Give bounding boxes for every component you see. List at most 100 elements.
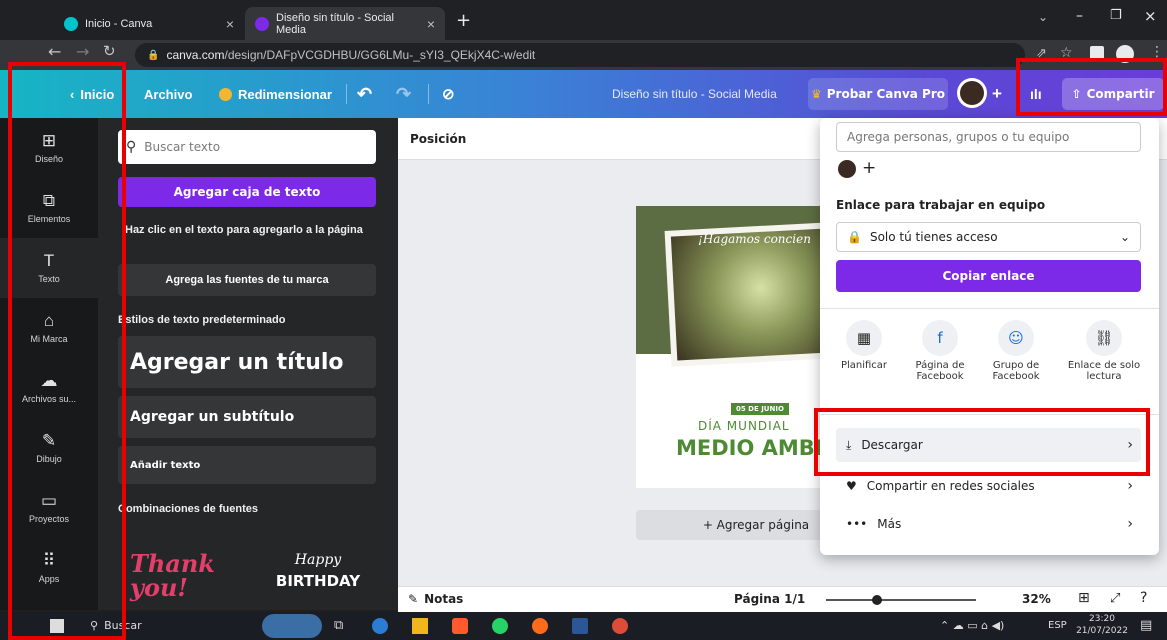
notes-button[interactable]: ✎ Notas <box>408 592 463 606</box>
divider <box>346 84 347 104</box>
notes-icon: ✎ <box>408 592 419 606</box>
edge-icon[interactable] <box>372 618 388 634</box>
zoom-level[interactable]: 32% <box>1022 592 1051 606</box>
font-combo-thank-you[interactable]: Thank you! <box>130 552 250 600</box>
poster-day: DÍA MUNDIAL <box>698 419 790 433</box>
try-pro-label: Probar Canva Pro <box>826 87 945 101</box>
reload-icon[interactable]: ↻ <box>103 42 116 60</box>
chevron-down-icon: ⌄ <box>1119 230 1130 244</box>
notes-label: Notas <box>424 592 464 606</box>
file-menu-button[interactable]: Archivo <box>144 70 192 118</box>
undo-icon[interactable]: ↶ <box>357 70 372 118</box>
try-pro-button[interactable]: ♛ Probar Canva Pro <box>808 78 948 110</box>
divider <box>428 84 429 104</box>
close-tab-icon[interactable]: × <box>226 16 234 32</box>
notifications-icon[interactable]: ▤ <box>1140 618 1152 633</box>
team-link-label: Enlace para trabajar en equipo <box>836 198 1046 212</box>
brand-fonts-button[interactable]: Agrega las fuentes de tu marca <box>118 264 376 296</box>
add-collaborator-icon[interactable]: + <box>992 70 1002 118</box>
clock[interactable]: 23:20 21/07/2022 <box>1074 613 1130 637</box>
fullscreen-icon[interactable]: ⤢ <box>1110 591 1120 606</box>
text-search-input[interactable]: ⚲ Buscar texto <box>118 130 376 164</box>
minimize-icon[interactable]: – <box>1076 8 1083 24</box>
word-icon[interactable] <box>572 618 588 634</box>
social-share-label: Compartir en redes sociales <box>866 479 1035 493</box>
share-option-facebook-page[interactable]: f Página de Facebook <box>907 320 973 382</box>
highlight-share-button <box>1016 58 1167 116</box>
share-option-label: Página de Facebook <box>915 360 965 382</box>
user-avatar[interactable] <box>957 78 987 108</box>
forward-icon[interactable]: → <box>76 42 89 61</box>
clock-date: 21/07/2022 <box>1076 626 1128 636</box>
combos-heading: Combinaciones de fuentes <box>118 503 258 515</box>
chevron-right-icon: › <box>1127 516 1133 532</box>
owner-avatar <box>838 160 856 178</box>
share-option-label: Planificar <box>840 360 888 371</box>
add-body-text-button[interactable]: Añadir texto <box>118 446 376 484</box>
add-title-button[interactable]: Agregar un título <box>118 336 376 388</box>
tab-title: Diseño sin título - Social Media <box>276 11 394 36</box>
add-people-input[interactable]: Agrega personas, grupos o tu equipo <box>836 122 1141 152</box>
brave-icon[interactable] <box>452 618 468 634</box>
file-explorer-icon[interactable] <box>412 618 428 634</box>
position-button[interactable]: Posición <box>410 132 466 146</box>
whatsapp-icon[interactable] <box>492 618 508 634</box>
poster-title: MEDIO AMBI <box>676 436 823 460</box>
restore-icon[interactable]: ❐ <box>1110 8 1122 23</box>
chrome-icon[interactable] <box>612 618 628 634</box>
canva-favicon-icon <box>255 16 269 31</box>
share-option-schedule[interactable]: ▦ Planificar <box>831 320 897 371</box>
resize-button[interactable]: Redimensionar <box>219 70 332 118</box>
document-title[interactable]: Diseño sin título - Social Media <box>612 70 777 118</box>
close-window-icon[interactable]: × <box>1144 7 1157 25</box>
add-textbox-button[interactable]: Agregar caja de texto <box>118 177 376 207</box>
combo-bold-text: BIRTHDAY <box>275 572 361 590</box>
share-option-facebook-group[interactable]: ☺ Grupo de Facebook <box>983 320 1049 382</box>
share-dropdown: Agrega personas, grupos o tu equipo + En… <box>820 118 1159 555</box>
language-indicator[interactable]: ESP <box>1048 620 1067 631</box>
share-option-label: Enlace de solo lectura <box>1067 360 1141 382</box>
access-select[interactable]: 🔒 Solo tú tienes acceso ⌄ <box>836 222 1141 252</box>
copy-link-button[interactable]: Copiar enlace <box>836 260 1141 292</box>
windows-taskbar: ⚲ Buscar ⧉ ⌃ ☁ ▭ ⌂ ◀) ESP 23:20 21/07/20… <box>0 612 1167 640</box>
search-icon: ⚲ <box>126 139 137 155</box>
help-icon[interactable]: ? <box>1140 590 1147 606</box>
calendar-icon: ▦ <box>846 320 882 356</box>
tab-design[interactable]: Diseño sin título - Social Media × <box>245 7 445 40</box>
browser-tab-strip: Inicio - Canva × Diseño sin título - Soc… <box>0 0 1167 40</box>
lock-icon: 🔒 <box>847 230 862 244</box>
tab-inicio[interactable]: Inicio - Canva × <box>54 7 244 40</box>
font-combo-birthday[interactable]: Happy BIRTHDAY <box>263 552 373 590</box>
editor-header: ‹ Inicio Archivo Redimensionar ↶ ↷ ⊘ Dis… <box>0 70 1167 118</box>
search-placeholder: Buscar texto <box>144 140 221 154</box>
page-indicator[interactable]: Página 1/1 <box>734 592 805 606</box>
tab-search-icon[interactable]: ⌄ <box>1038 10 1048 24</box>
crown-icon <box>219 87 232 101</box>
url-path: /design/DAFpVCGDHBU/GG6LMu-_sYI3_QEkjX4C… <box>224 48 536 62</box>
url-field[interactable]: 🔒 canva.com/design/DAFpVCGDHBU/GG6LMu-_s… <box>135 43 1025 67</box>
share-option-label: Grupo de Facebook <box>992 360 1040 382</box>
divider <box>820 308 1159 309</box>
close-tab-icon[interactable]: × <box>427 16 435 32</box>
opera-icon[interactable] <box>532 618 548 634</box>
address-bar: ← → ↻ 🔒 canva.com/design/DAFpVCGDHBU/GG6… <box>0 40 1167 70</box>
grid-view-icon[interactable]: ⊞ <box>1078 590 1090 606</box>
cloud-saved-icon[interactable]: ⊘ <box>442 70 455 118</box>
add-person-icon[interactable]: + <box>862 158 876 178</box>
link-icon: ⛓ <box>1086 320 1122 356</box>
add-subtitle-button[interactable]: Agregar un subtítulo <box>118 396 376 438</box>
heart-icon: ♥ <box>846 479 857 493</box>
panel-hint: Haz clic en el texto para agregarlo a la… <box>125 224 363 236</box>
zoom-slider-thumb[interactable] <box>872 595 882 605</box>
back-icon[interactable]: ← <box>48 42 61 61</box>
more-row[interactable]: ••• Más › <box>836 507 1141 541</box>
crown-icon: ♛ <box>810 87 822 101</box>
system-tray-icons[interactable]: ⌃ ☁ ▭ ⌂ ◀) <box>940 619 1004 632</box>
tab-title: Inicio - Canva <box>85 17 153 30</box>
new-tab-icon[interactable]: + <box>456 10 471 31</box>
zoom-slider[interactable] <box>826 599 976 601</box>
canva-favicon-icon <box>64 16 78 31</box>
share-option-read-only-link[interactable]: ⛓ Enlace de solo lectura <box>1064 320 1144 382</box>
task-view-icon[interactable]: ⧉ <box>334 618 343 633</box>
redo-icon[interactable]: ↷ <box>396 70 411 118</box>
